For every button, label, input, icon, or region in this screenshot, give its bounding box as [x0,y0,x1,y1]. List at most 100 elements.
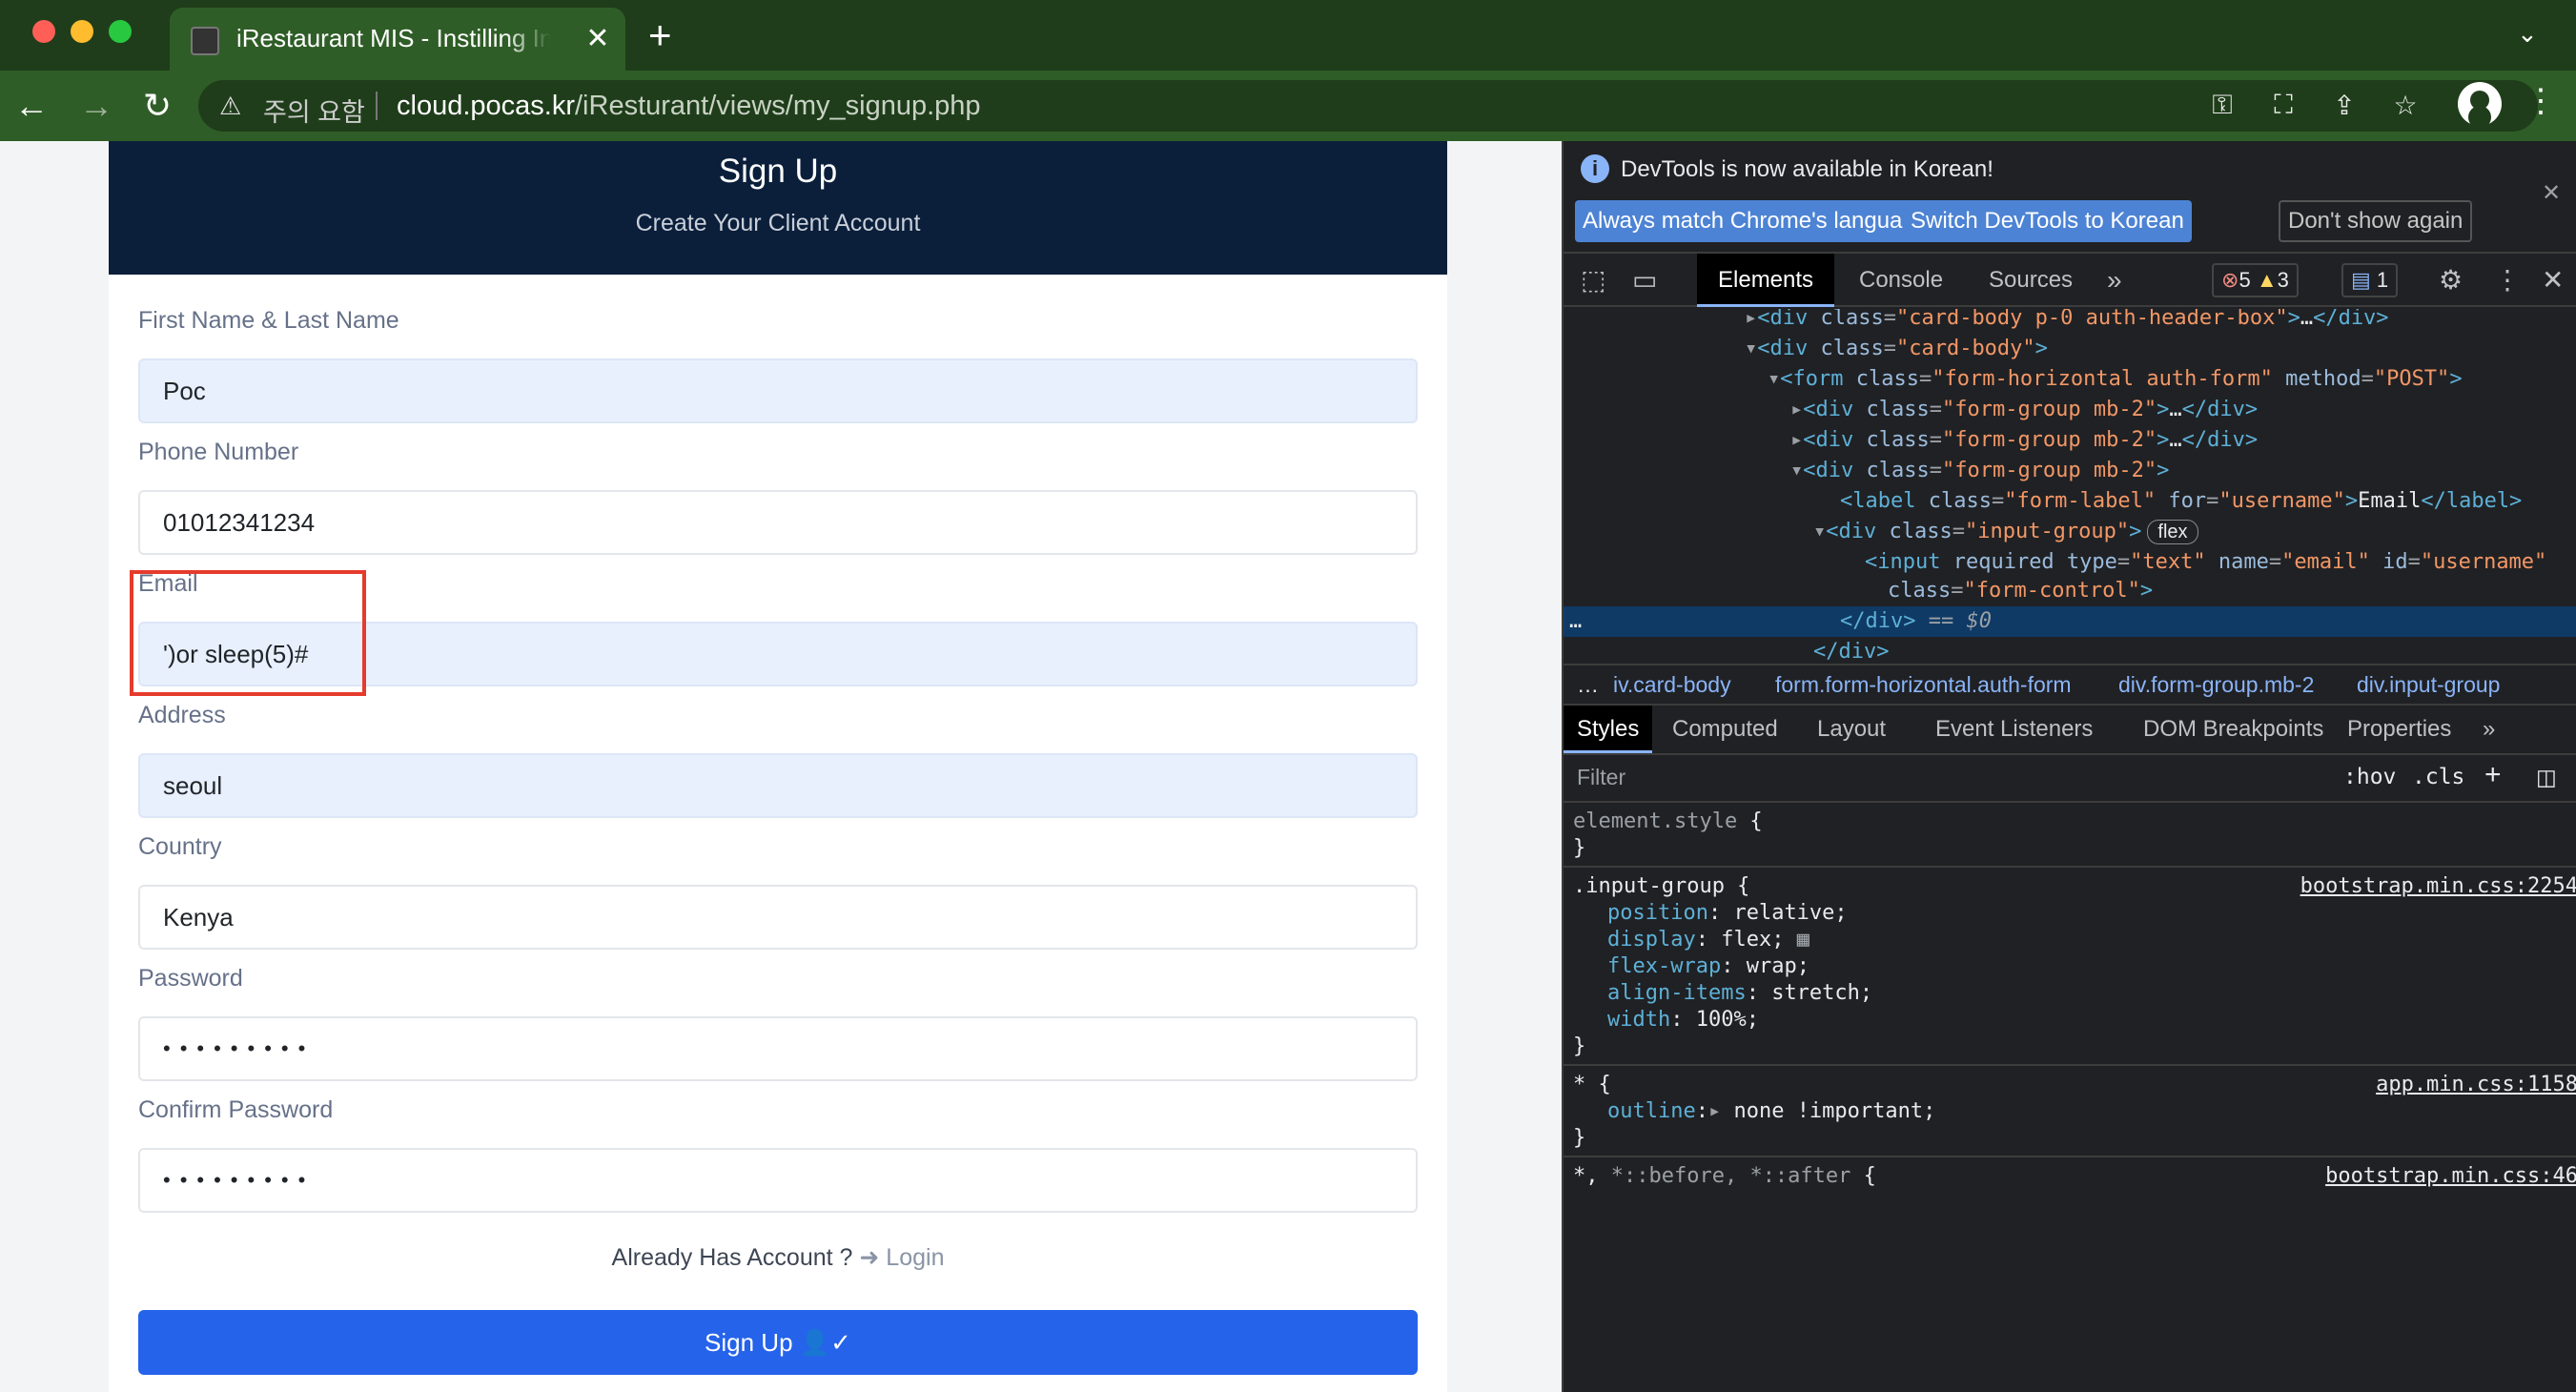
css-declaration[interactable]: width: 100%; [1564,1007,2576,1034]
login-link[interactable]: ➜ Login [859,1244,944,1271]
dom-node[interactable]: ▾<div class="form-group mb-2"> [1564,456,2576,486]
elements-dom-tree[interactable]: ▸<div class="card-body p-0 auth-header-b… [1564,309,2576,664]
security-warning-text[interactable]: 주의 요함 [263,92,365,129]
infobar-message: DevTools is now available in Korean! [1621,156,1993,182]
tab-properties[interactable]: Properties [2334,706,2464,753]
dom-node[interactable]: ▸<div class="form-group mb-2">…</div> [1564,425,2576,456]
inspect-element-icon[interactable]: ⬚ [1581,265,1605,296]
dont-show-again-button[interactable]: Don't show again [2279,200,2473,242]
css-rule-selector[interactable]: * {app.min.css:1158 [1564,1072,2576,1098]
css-source-link[interactable]: app.min.css:1158 [2376,1072,2576,1098]
dom-node[interactable]: class="form-control"> [1564,576,2576,606]
breadcrumb-more[interactable]: … [1577,665,1599,704]
issues-counter[interactable]: ▤ 1 [2341,263,2399,297]
new-rule-icon[interactable]: + [2484,759,2502,791]
dom-node[interactable]: ▸<div class="card-body p-0 auth-header-b… [1564,309,2576,334]
device-toolbar-icon[interactable]: ▭ [1632,265,1657,296]
devtools-language-infobar: i DevTools is now available in Korean! A… [1564,141,2576,254]
reload-icon[interactable]: ↻ [135,84,179,128]
browser-tab-strip: iRestaurant MIS - Instilling Innovation … [0,0,2576,71]
forward-arrow-icon[interactable]: → [74,84,118,128]
more-tabs-icon[interactable]: » [2107,265,2122,296]
translate-icon[interactable]: ⛶ [2267,90,2300,121]
devtools-close-icon[interactable]: ✕ [2542,265,2564,296]
infobar-close-icon[interactable]: ✕ [2542,179,2561,207]
styles-filter-input[interactable]: Filter [1577,765,1625,790]
styles-tab-bar: Styles Computed Layout Event Listeners D… [1564,706,2576,755]
chrome-menu-icon[interactable]: ⋮ [2525,82,2557,120]
devtools-tab-bar: ⬚ ▭ Elements Console Sources » ⊗5 ▲3 ▤ 1… [1564,254,2576,307]
devtools-panel: i DevTools is now available in Korean! A… [1562,141,2576,1392]
dom-node[interactable]: ▾<form class="form-horizontal auth-form"… [1564,364,2576,395]
breadcrumb-item[interactable]: div.form-group.mb-2 [2118,665,2314,704]
dom-node[interactable]: <input required type="text" name="email"… [1564,547,2576,578]
dom-node-selected[interactable]: … </div> == $0 [1564,606,2576,637]
css-declaration[interactable]: flex-wrap: wrap; [1564,953,2576,980]
css-rule-selector[interactable]: element.style { [1564,809,2576,835]
site-favicon-icon [191,27,219,55]
window-zoom-button[interactable] [109,20,132,43]
warning-triangle-icon[interactable]: ⚠ [219,92,241,121]
address-bar[interactable]: ⚠ 주의 요함 cloud.pocas.kr/iResturant/views/… [198,80,2538,132]
url-text[interactable]: cloud.pocas.kr/iResturant/views/my_signu… [397,91,981,122]
confirm-password-label: Confirm Password [138,1096,334,1123]
dom-node[interactable]: ▾<div class="card-body"> [1564,334,2576,364]
switch-korean-button[interactable]: Switch DevTools to Korean [1903,200,2192,242]
country-input[interactable]: Kenya [138,885,1418,950]
dom-node[interactable]: <label class="form-label" for="username"… [1564,486,2576,517]
toggle-sidebar-icon[interactable]: ◫ [2536,765,2557,790]
dom-node[interactable]: ▾<div class="input-group"> flex [1564,517,2576,547]
tab-styles[interactable]: Styles [1564,706,1653,753]
breadcrumb-item[interactable]: iv.card-body [1613,665,1731,704]
css-rule-close: } [1573,1126,1586,1150]
flex-badge[interactable]: flex [2147,520,2198,544]
full-name-input[interactable]: Poc [138,358,1418,423]
css-rule-selector[interactable]: *, *::before, *::after {bootstrap.min.cs… [1564,1163,2576,1190]
key-icon[interactable]: ⚿ [2206,90,2239,121]
profile-avatar-icon[interactable] [2458,82,2502,126]
match-language-button[interactable]: Always match Chrome's language [1575,200,1936,242]
phone-input[interactable]: 01012341234 [138,490,1418,555]
browser-tab[interactable]: iRestaurant MIS - Instilling Innovation … [170,8,625,71]
tab-close-icon[interactable]: ✕ [580,21,616,57]
selected-node-marker: == $0 [1928,609,1992,633]
dom-node[interactable]: </div> [1564,637,2576,664]
tab-dom-breakpoints[interactable]: DOM Breakpoints [2130,706,2337,753]
tab-elements[interactable]: Elements [1697,254,1835,307]
address-input[interactable]: seoul [138,753,1418,818]
tab-computed[interactable]: Computed [1659,706,1791,753]
share-icon[interactable]: ⇪ [2328,90,2361,121]
styles-pane[interactable]: element.style { } .input-group {bootstra… [1564,805,2576,1392]
new-tab-button[interactable]: + [648,13,672,57]
password-input[interactable]: ••••••••• [138,1016,1418,1081]
css-declaration[interactable]: position: relative; [1564,900,2576,927]
bookmark-star-icon[interactable]: ☆ [2389,90,2422,121]
breadcrumb-item[interactable]: div.input-group [2357,665,2500,704]
tab-search-chevron-icon[interactable]: ⌄ [2517,19,2538,49]
window-minimize-button[interactable] [71,20,93,43]
error-warning-counts[interactable]: ⊗5 ▲3 [2212,263,2299,297]
breadcrumb-item[interactable]: form.form-horizontal.auth-form [1775,665,2072,704]
css-rule-selector[interactable]: .input-group {bootstrap.min.css:2254 [1564,873,2576,900]
more-subtabs-icon[interactable]: » [2469,706,2508,753]
css-source-link[interactable]: bootstrap.min.css:2254 [2300,873,2576,900]
hover-state-toggle[interactable]: :hov [2343,765,2396,789]
tab-event-listeners[interactable]: Event Listeners [1922,706,2106,753]
css-declaration[interactable]: align-items: stretch; [1564,980,2576,1007]
css-declaration[interactable]: outline:▸ none !important; [1564,1098,2576,1125]
tab-sources[interactable]: Sources [1968,254,2094,307]
sign-up-button[interactable]: Sign Up 👤✓ [138,1310,1418,1375]
tab-layout[interactable]: Layout [1804,706,1899,753]
dom-node[interactable]: ▸<div class="form-group mb-2">…</div> [1564,395,2576,425]
css-source-link[interactable]: bootstrap.min.css:46 [2325,1163,2576,1190]
flex-editor-icon[interactable]: ▦ [1797,928,1809,952]
devtools-menu-icon[interactable]: ⋮ [2494,265,2521,296]
class-toggle[interactable]: .cls [2412,765,2464,789]
confirm-password-input[interactable]: ••••••••• [138,1148,1418,1213]
window-close-button[interactable] [32,20,55,43]
tab-console[interactable]: Console [1838,254,1964,307]
css-declaration[interactable]: display: flex; ▦ [1564,927,2576,953]
back-arrow-icon[interactable]: ← [10,84,53,128]
settings-gear-icon[interactable]: ⚙ [2439,265,2463,296]
rule-divider [1564,1156,2576,1157]
